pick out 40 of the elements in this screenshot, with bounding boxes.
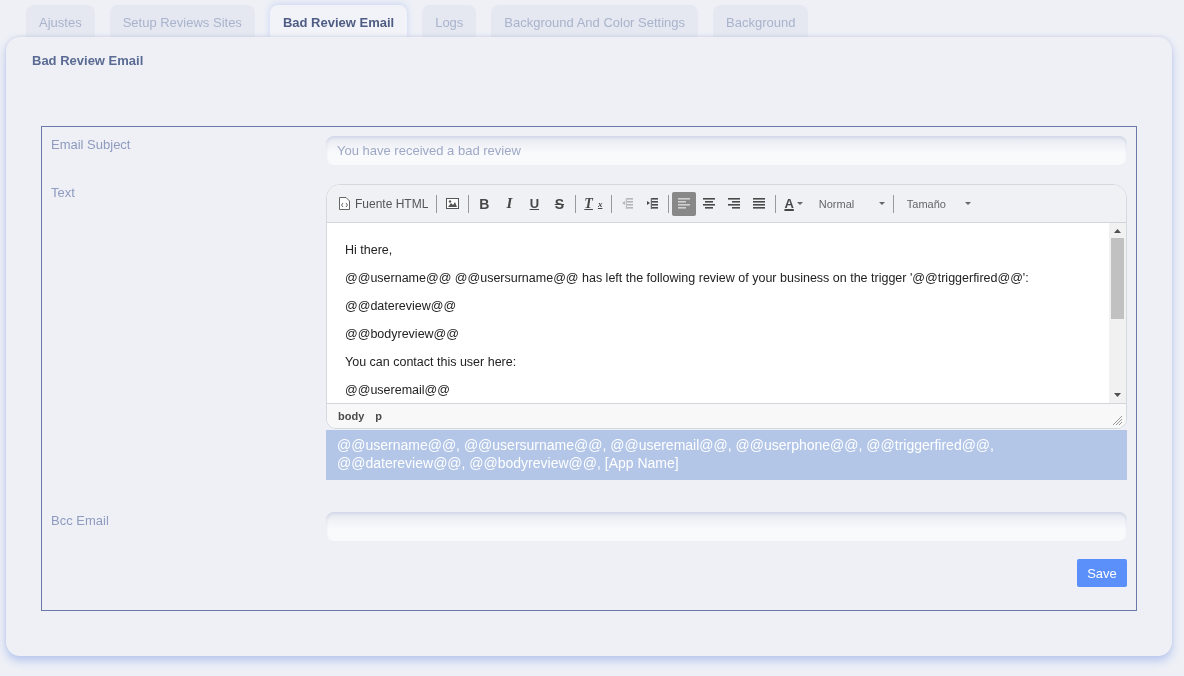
caret-icon (964, 202, 971, 205)
element-path-link[interactable]: body (338, 410, 365, 422)
indent-icon (646, 198, 659, 209)
rich-text-editor[interactable] (326, 184, 1127, 429)
editor-paragraph: @@username@@ @@usersurname@@ has left the following review of your business on the trigger '@@triggerfired@@': (345, 270, 1030, 286)
caret-icon (878, 202, 885, 205)
size-dropdown[interactable]: Tamaño (896, 191, 977, 216)
editor-paragraph: You can contact this user here: (345, 354, 518, 370)
editor-paragraph: @@bodyreview@@ (345, 326, 460, 342)
scrollbar-track[interactable] (1109, 223, 1126, 403)
editor-paragraph: @@datereview@@ (345, 298, 458, 314)
scrollbar-thumb[interactable] (1111, 238, 1124, 319)
field-label: Email Subject (51, 136, 132, 153)
format-dropdown[interactable]: Normal (808, 191, 889, 216)
image-icon (445, 198, 459, 209)
outdent-icon (621, 198, 634, 209)
bold-button[interactable]: B (472, 191, 497, 216)
resize-grip-icon (1113, 416, 1122, 425)
bcc-input[interactable] (326, 512, 1127, 541)
text-color-button[interactable]: A (779, 191, 808, 216)
align-left-icon (678, 198, 691, 209)
align-right-icon (728, 198, 741, 209)
field-label: Bcc Email (51, 512, 110, 529)
field-label: Text (51, 184, 76, 201)
underline-button[interactable]: U (522, 191, 547, 216)
source-button[interactable]: Fuente HTML (335, 191, 433, 216)
editor-paragraph: Hi there, (345, 242, 394, 258)
document-icon (339, 197, 350, 210)
strikethrough-button[interactable]: S (547, 191, 572, 216)
scroll-down-arrow-icon (1114, 393, 1121, 397)
italic-button[interactable]: I (497, 191, 522, 216)
element-path-link[interactable]: p (375, 410, 382, 422)
caret-icon (796, 202, 803, 205)
align-center-icon (703, 198, 716, 209)
editor-content-area[interactable]: Hi there, @@username@@ @@usersurname@@ has left the following review of your business on the trigger '@@triggerfired@@': @@datereview@@ @@bodyreview@@ You can contact this user here: @@useremail@@ (327, 223, 1109, 403)
editor-paragraph: @@useremail@@ (345, 382, 451, 398)
panel-title: Bad Review Email (32, 53, 145, 68)
justify-icon (753, 198, 766, 209)
scroll-up-arrow-icon (1114, 229, 1121, 233)
variables-hint: @@username@@, @@usersurname@@, @@useremail@@, @@userphone@@, @@triggerfired@@, @@datereview@@, @@bodyreview@@, [App Name] (326, 430, 1127, 480)
